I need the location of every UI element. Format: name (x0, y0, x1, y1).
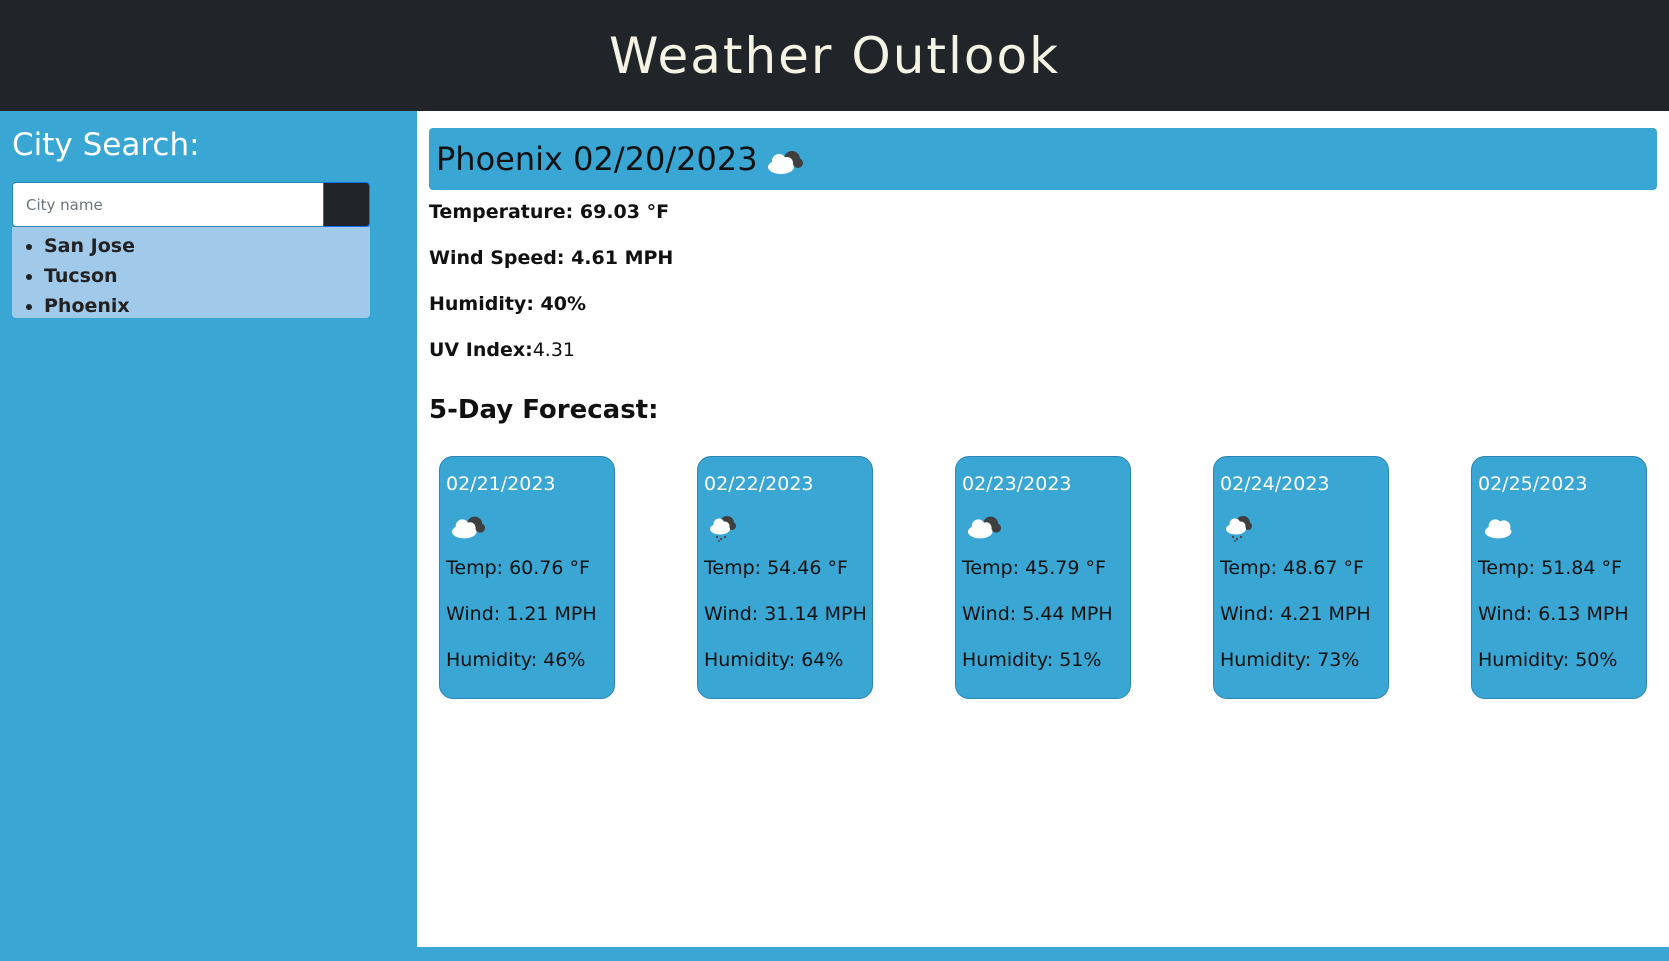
cloud-icon (451, 516, 486, 539)
sidebar: City Search: San Jose Tucson Phoenix (0, 111, 417, 961)
forecast-temp: Temp: 60.76 °F (446, 557, 590, 579)
forecast-wind: Wind: 6.13 MPH (1478, 603, 1629, 625)
forecast-card: 02/22/2023 Temp: 54.46 °F Wind: 31.14 MP… (697, 456, 873, 699)
search-button[interactable] (323, 182, 370, 227)
rain-cloud-icon (710, 516, 736, 542)
forecast-title: 5-Day Forecast: (429, 395, 659, 425)
main-panel: Phoenix 02/20/2023 Temperature: 69.03 °F… (417, 111, 1669, 947)
forecast-temp: Temp: 54.46 °F (704, 557, 848, 579)
app-header: Weather Outlook (0, 0, 1669, 111)
forecast-card: 02/21/2023 Temp: 60.76 °F Wind: 1.21 MPH… (439, 456, 615, 699)
forecast-date: 02/24/2023 (1220, 473, 1330, 495)
search-history-list: San Jose Tucson Phoenix (12, 227, 370, 318)
cloud-icon (1484, 519, 1512, 539)
history-item-san-jose[interactable]: San Jose (44, 231, 370, 261)
forecast-humidity: Humidity: 50% (1478, 649, 1618, 671)
forecast-card: 02/25/2023 Temp: 51.84 °F Wind: 6.13 MPH… (1471, 456, 1647, 699)
forecast-card: 02/23/2023 Temp: 45.79 °F Wind: 5.44 MPH… (955, 456, 1131, 699)
current-weather-banner: Phoenix 02/20/2023 (429, 128, 1657, 190)
forecast-humidity: Humidity: 46% (446, 649, 586, 671)
forecast-wind: Wind: 4.21 MPH (1220, 603, 1371, 625)
uv-index-label: UV Index: (429, 339, 533, 361)
forecast-card: 02/24/2023 Temp: 48.67 °F Wind: 4.21 MPH… (1213, 456, 1389, 699)
forecast-date: 02/25/2023 (1478, 473, 1588, 495)
city-search-heading: City Search: (12, 127, 200, 163)
rain-cloud-icon (1226, 516, 1252, 542)
forecast-date: 02/21/2023 (446, 473, 556, 495)
current-uv-index: UV Index:4.31 (429, 339, 575, 361)
current-city-title: Phoenix 02/20/2023 (436, 140, 758, 178)
forecast-humidity: Humidity: 51% (962, 649, 1102, 671)
uv-index-value: 4.31 (532, 339, 575, 361)
forecast-temp: Temp: 48.67 °F (1220, 557, 1364, 579)
history-item-tucson[interactable]: Tucson (44, 261, 370, 291)
current-temperature: Temperature: 69.03 °F (429, 201, 670, 223)
history-item-phoenix[interactable]: Phoenix (44, 291, 370, 321)
city-search-input[interactable] (12, 182, 324, 227)
forecast-wind: Wind: 5.44 MPH (962, 603, 1113, 625)
forecast-temp: Temp: 51.84 °F (1478, 557, 1622, 579)
cloud-icon (967, 516, 1002, 539)
forecast-temp: Temp: 45.79 °F (962, 557, 1106, 579)
forecast-date: 02/23/2023 (962, 473, 1072, 495)
cloud-icon (767, 151, 803, 174)
forecast-wind: Wind: 1.21 MPH (446, 603, 597, 625)
forecast-date: 02/22/2023 (704, 473, 814, 495)
forecast-wind: Wind: 31.14 MPH (704, 603, 867, 625)
current-wind-speed: Wind Speed: 4.61 MPH (429, 247, 674, 269)
forecast-humidity: Humidity: 73% (1220, 649, 1360, 671)
current-humidity: Humidity: 40% (429, 293, 587, 315)
app-title: Weather Outlook (608, 26, 1061, 85)
forecast-humidity: Humidity: 64% (704, 649, 844, 671)
